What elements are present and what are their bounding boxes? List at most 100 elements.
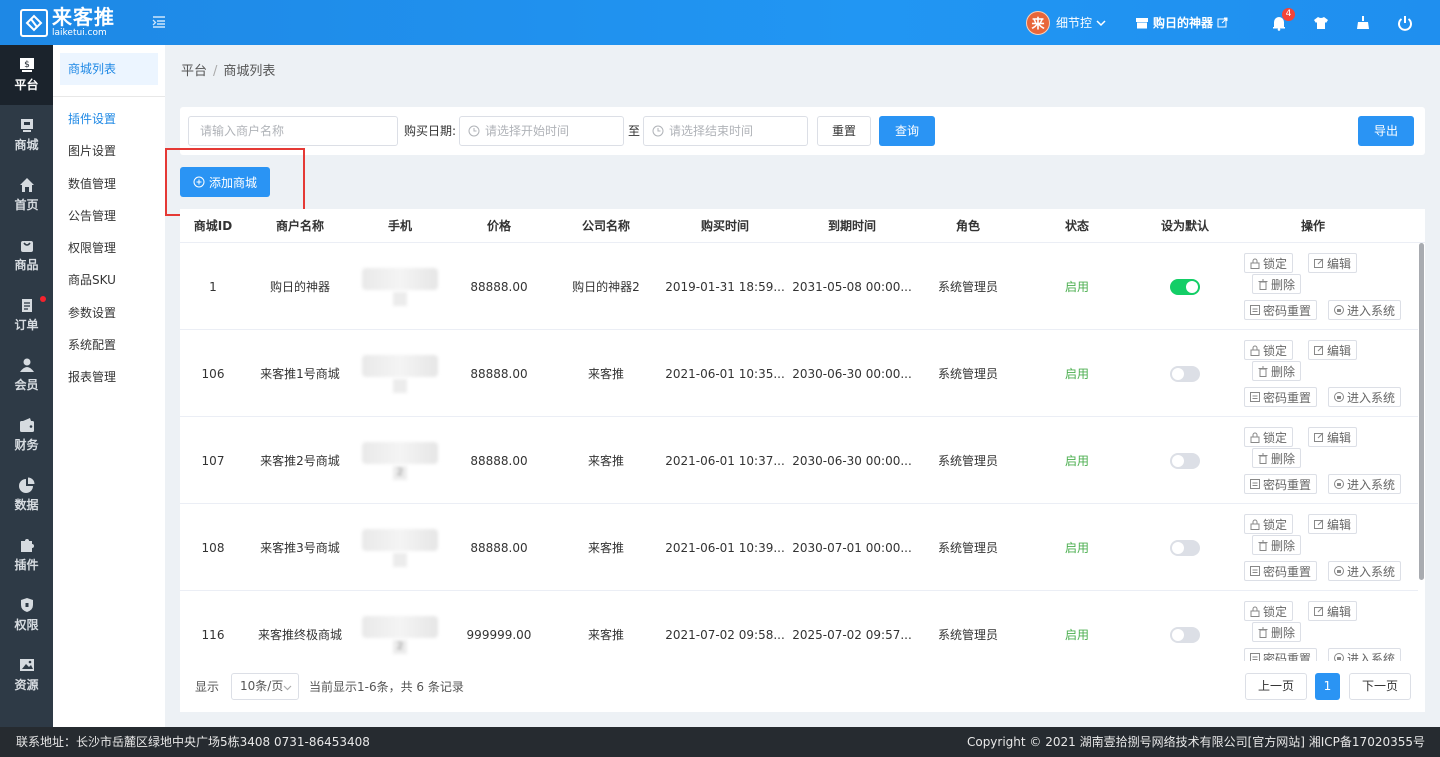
default-toggle[interactable] xyxy=(1170,365,1200,382)
image-icon xyxy=(19,659,34,671)
placeholder: 请输入商户名称 xyxy=(200,124,285,138)
enter-button[interactable]: 进入系统 xyxy=(1328,300,1402,320)
sub-item-announcement[interactable]: 公告管理 xyxy=(53,200,165,232)
default-toggle[interactable] xyxy=(1170,539,1200,556)
row-actions: 锁定 编辑删除密码重置 进入系统 xyxy=(1235,591,1410,661)
breadcrumb: 平台 / 商城列表 xyxy=(181,64,276,79)
cell-expire-time: 2025-07-02 09:57... xyxy=(792,627,912,642)
page-number-current[interactable]: 1 xyxy=(1315,673,1340,700)
lock-button[interactable]: 锁定 xyxy=(1244,514,1294,534)
default-toggle[interactable] xyxy=(1170,626,1200,643)
edit-button[interactable]: 编辑 xyxy=(1308,253,1358,273)
user-menu[interactable]: 来 细节控 xyxy=(1025,10,1107,35)
nav-label: 商品 xyxy=(14,258,39,272)
redacted-phone xyxy=(362,528,438,551)
reset-pwd-button[interactable]: 密码重置 xyxy=(1244,561,1318,581)
reset-button[interactable]: 重置 xyxy=(817,116,871,146)
nav-item-data[interactable]: 数据 xyxy=(0,465,53,525)
theme-button[interactable] xyxy=(1300,0,1342,45)
add-mall-button[interactable]: 添加商城 xyxy=(180,167,270,197)
delete-button[interactable]: 删除 xyxy=(1252,448,1302,468)
key-grid-icon xyxy=(1250,305,1260,315)
order-icon xyxy=(21,299,32,312)
sub-item-parameters[interactable]: 参数设置 xyxy=(53,297,165,329)
export-button[interactable]: 导出 xyxy=(1358,116,1414,146)
delete-button[interactable]: 删除 xyxy=(1252,535,1302,555)
next-page-button[interactable]: 下一页 xyxy=(1349,673,1411,700)
sub-item-sku[interactable]: 商品SKU xyxy=(53,264,165,296)
store-link[interactable]: 购日的神器 xyxy=(1135,14,1228,31)
action-label: 删除 xyxy=(1271,538,1296,553)
nav-item-finance[interactable]: 财务 xyxy=(0,405,53,465)
redacted-phone xyxy=(362,441,438,464)
end-date-input[interactable]: 请选择结束时间 xyxy=(643,116,808,146)
reset-pwd-button[interactable]: 密码重置 xyxy=(1244,300,1318,320)
query-button[interactable]: 查询 xyxy=(879,116,935,146)
sub-item-value-management[interactable]: 数值管理 xyxy=(53,168,165,200)
sub-item-plugin-settings[interactable]: 插件设置 xyxy=(53,103,165,135)
chevron-down-icon xyxy=(283,685,292,691)
lock-button[interactable]: 锁定 xyxy=(1244,253,1294,273)
enter-button[interactable]: 进入系统 xyxy=(1328,648,1402,661)
action-label: 编辑 xyxy=(1327,604,1352,619)
nav-item-shop[interactable]: 商城 xyxy=(0,105,53,165)
notification-button[interactable]: 4 xyxy=(1258,0,1300,45)
logo[interactable]: 来客推 laiketui.com xyxy=(20,7,115,38)
cell-status: 启用 xyxy=(1064,454,1089,468)
logo-mark-icon xyxy=(20,8,48,37)
clean-button[interactable] xyxy=(1342,0,1384,45)
menu-toggle-icon[interactable] xyxy=(151,14,167,30)
sub-item-image-settings[interactable]: 图片设置 xyxy=(53,135,165,167)
page-size-value: 10条/页 xyxy=(240,679,284,693)
nav-item-goods[interactable]: 商品 xyxy=(0,225,53,285)
action-label: 密码重置 xyxy=(1263,390,1312,405)
edit-button[interactable]: 编辑 xyxy=(1308,427,1358,447)
default-toggle[interactable] xyxy=(1170,278,1200,295)
nav-item-order[interactable]: 订单 xyxy=(0,285,53,345)
sub-sidebar-header[interactable]: 商城列表 xyxy=(60,53,158,85)
cell-expire-time: 2030-06-30 00:00... xyxy=(792,366,912,381)
delete-button[interactable]: 删除 xyxy=(1252,361,1302,381)
nav-item-plugin[interactable]: 插件 xyxy=(0,525,53,585)
redacted-phone-tail xyxy=(393,552,407,567)
edit-button[interactable]: 编辑 xyxy=(1308,514,1358,534)
cell-id: 116 xyxy=(201,627,225,642)
table-scrollbar[interactable] xyxy=(1419,243,1424,580)
sub-item-permission[interactable]: 权限管理 xyxy=(53,232,165,264)
start-date-input[interactable]: 请选择开始时间 xyxy=(459,116,624,146)
logout-button[interactable] xyxy=(1384,0,1426,45)
nav-item-member[interactable]: 会员 xyxy=(0,345,53,405)
table-row: 1 购日的神器 88888.00 购日的神器2 2019-01-31 18:59... 2… xyxy=(180,243,1418,330)
reset-pwd-button[interactable]: 密码重置 xyxy=(1244,648,1318,661)
breadcrumb-root[interactable]: 平台 xyxy=(181,64,207,79)
page-size-select[interactable]: 10条/页 xyxy=(231,673,299,700)
sub-item-reports[interactable]: 报表管理 xyxy=(53,361,165,393)
key-grid-icon xyxy=(1250,479,1260,489)
reset-pwd-button[interactable]: 密码重置 xyxy=(1244,474,1318,494)
default-toggle[interactable] xyxy=(1170,452,1200,469)
edit-button[interactable]: 编辑 xyxy=(1308,601,1358,621)
nav-item-home[interactable]: 首页 xyxy=(0,165,53,225)
nav-label: 数据 xyxy=(14,498,39,512)
user-icon xyxy=(19,358,34,372)
power-icon xyxy=(1398,15,1412,31)
nav-item-permission[interactable]: 权限 xyxy=(0,585,53,645)
enter-button[interactable]: 进入系统 xyxy=(1328,474,1402,494)
enter-button[interactable]: 进入系统 xyxy=(1328,387,1402,407)
enter-button[interactable]: 进入系统 xyxy=(1328,561,1402,581)
nav-item-resource[interactable]: 资源 xyxy=(0,645,53,705)
reset-pwd-button[interactable]: 密码重置 xyxy=(1244,387,1318,407)
cell-phone-redacted: 2 xyxy=(354,591,446,661)
cell-buy-time: 2021-07-02 09:58... xyxy=(665,627,785,642)
search-bar: 请输入商户名称 购买日期: 请选择开始时间 至 请选择结束时间 重置 查询 导出 xyxy=(180,107,1425,155)
prev-page-button[interactable]: 上一页 xyxy=(1245,673,1307,700)
delete-button[interactable]: 删除 xyxy=(1252,622,1302,642)
nav-item-platform[interactable]: $ 平台 xyxy=(0,45,53,105)
lock-button[interactable]: 锁定 xyxy=(1244,427,1294,447)
edit-button[interactable]: 编辑 xyxy=(1308,340,1358,360)
merchant-name-input[interactable]: 请输入商户名称 xyxy=(188,116,398,146)
lock-button[interactable]: 锁定 xyxy=(1244,340,1294,360)
lock-button[interactable]: 锁定 xyxy=(1244,601,1294,621)
sub-item-system-config[interactable]: 系统配置 xyxy=(53,329,165,361)
delete-button[interactable]: 删除 xyxy=(1252,274,1302,294)
